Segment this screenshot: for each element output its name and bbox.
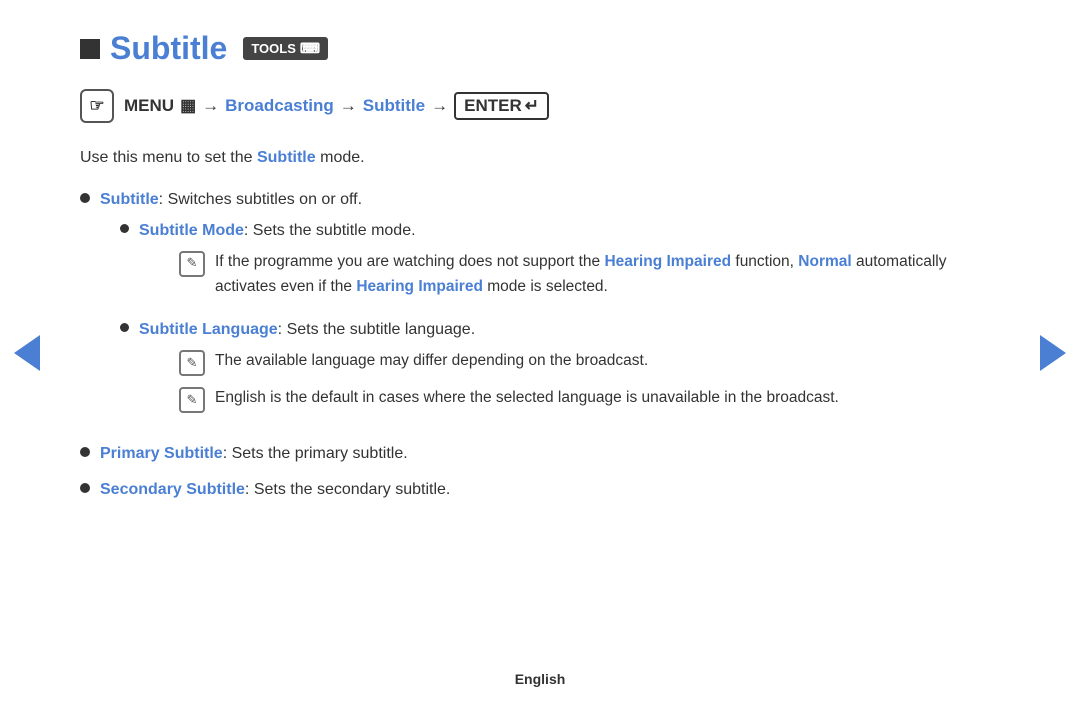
note-list-mode: ✎ If the programme you are watching does… bbox=[179, 250, 1000, 300]
intro-subtitle-link: Subtitle bbox=[257, 149, 316, 166]
menu-finger-icon: ☞ bbox=[80, 89, 114, 123]
primary-subtitle-desc: : Sets the primary subtitle. bbox=[223, 445, 408, 462]
secondary-subtitle-term: Secondary Subtitle bbox=[100, 481, 245, 498]
subtitle-mode-desc: : Sets the subtitle mode. bbox=[244, 222, 416, 239]
enter-button: ENTER↵ bbox=[454, 92, 549, 120]
subtitle-language-term: Subtitle Language bbox=[139, 321, 278, 338]
broadcasting-link: Broadcasting bbox=[225, 96, 334, 116]
note-list-language: ✎ The available language may differ depe… bbox=[179, 349, 1000, 413]
sub-bullet-list-1: Subtitle Mode: Sets the subtitle mode. ✎… bbox=[120, 218, 1000, 423]
bullet-secondary-subtitle: Secondary Subtitle: Sets the secondary s… bbox=[80, 477, 1000, 503]
note-item-1: ✎ If the programme you are watching does… bbox=[179, 250, 1000, 300]
note-item-2: ✎ The available language may differ depe… bbox=[179, 349, 1000, 376]
menu-word: MENU bbox=[124, 96, 174, 116]
main-bullet-list: Subtitle: Switches subtitles on or off. … bbox=[80, 187, 1000, 503]
hearing-impaired-2: Hearing Impaired bbox=[356, 278, 483, 295]
tools-icon: ⌨ bbox=[300, 40, 320, 57]
bullet-dot-2 bbox=[80, 447, 90, 457]
arrow2: → bbox=[340, 96, 357, 116]
note-icon-1: ✎ bbox=[179, 251, 205, 277]
bullet-content-1: Subtitle: Switches subtitles on or off. … bbox=[100, 187, 1000, 431]
sub-bullet-content-mode: Subtitle Mode: Sets the subtitle mode. ✎… bbox=[139, 218, 1000, 309]
menu-symbol: ▦ bbox=[180, 96, 196, 116]
note-icon-2: ✎ bbox=[179, 350, 205, 376]
intro-suffix: mode. bbox=[320, 149, 364, 166]
bullet-primary-subtitle: Primary Subtitle: Sets the primary subti… bbox=[80, 441, 1000, 467]
note-content-2: The available language may differ depend… bbox=[215, 349, 1000, 374]
menu-path-row: ☞ MENU ▦ → Broadcasting → Subtitle → ENT… bbox=[80, 89, 1000, 123]
bullet-content-2: Primary Subtitle: Sets the primary subti… bbox=[100, 441, 1000, 467]
note-content-1: If the programme you are watching does n… bbox=[215, 250, 1000, 300]
bullet-dot-3 bbox=[80, 483, 90, 493]
note-item-3: ✎ English is the default in cases where … bbox=[179, 386, 1000, 413]
subtitle-language-desc: : Sets the subtitle language. bbox=[278, 321, 475, 338]
note-icon-3: ✎ bbox=[179, 387, 205, 413]
enter-label: ENTER bbox=[464, 96, 522, 116]
subtitle-link: Subtitle bbox=[363, 96, 425, 116]
hearing-impaired-1: Hearing Impaired bbox=[604, 253, 731, 270]
page-title: Subtitle bbox=[110, 30, 227, 67]
bullet-content-3: Secondary Subtitle: Sets the secondary s… bbox=[100, 477, 1000, 503]
tools-badge: TOOLS ⌨ bbox=[243, 37, 328, 60]
sub-bullet-content-language: Subtitle Language: Sets the subtitle lan… bbox=[139, 317, 1000, 423]
subtitle-term: Subtitle bbox=[100, 191, 159, 208]
page-container: Subtitle TOOLS ⌨ ☞ MENU ▦ → Broadcasting… bbox=[0, 0, 1080, 705]
secondary-subtitle-desc: : Sets the secondary subtitle. bbox=[245, 481, 450, 498]
subtitle-desc: : Switches subtitles on or off. bbox=[159, 191, 362, 208]
tools-label: TOOLS bbox=[251, 41, 296, 56]
intro-text: Use this menu to set the Subtitle mode. bbox=[80, 145, 1000, 171]
bullet-subtitle: Subtitle: Switches subtitles on or off. … bbox=[80, 187, 1000, 431]
note-content-3: English is the default in cases where th… bbox=[215, 386, 1000, 411]
bullet-dot-1 bbox=[80, 193, 90, 203]
intro-prefix: Use this menu to set the bbox=[80, 149, 253, 166]
arrow3: → bbox=[431, 96, 448, 116]
footer: English bbox=[515, 671, 566, 687]
normal-link: Normal bbox=[798, 253, 851, 270]
sub-bullet-language: Subtitle Language: Sets the subtitle lan… bbox=[120, 317, 1000, 423]
sub-bullet-dot-language bbox=[120, 323, 129, 332]
enter-icon: ↵ bbox=[525, 96, 539, 116]
arrow1: → bbox=[202, 96, 219, 116]
title-square-icon bbox=[80, 39, 100, 59]
sub-bullet-dot-mode bbox=[120, 224, 129, 233]
footer-language: English bbox=[515, 671, 566, 687]
sub-bullet-mode: Subtitle Mode: Sets the subtitle mode. ✎… bbox=[120, 218, 1000, 309]
primary-subtitle-term: Primary Subtitle bbox=[100, 445, 223, 462]
subtitle-mode-term: Subtitle Mode bbox=[139, 222, 244, 239]
title-row: Subtitle TOOLS ⌨ bbox=[80, 30, 1000, 67]
